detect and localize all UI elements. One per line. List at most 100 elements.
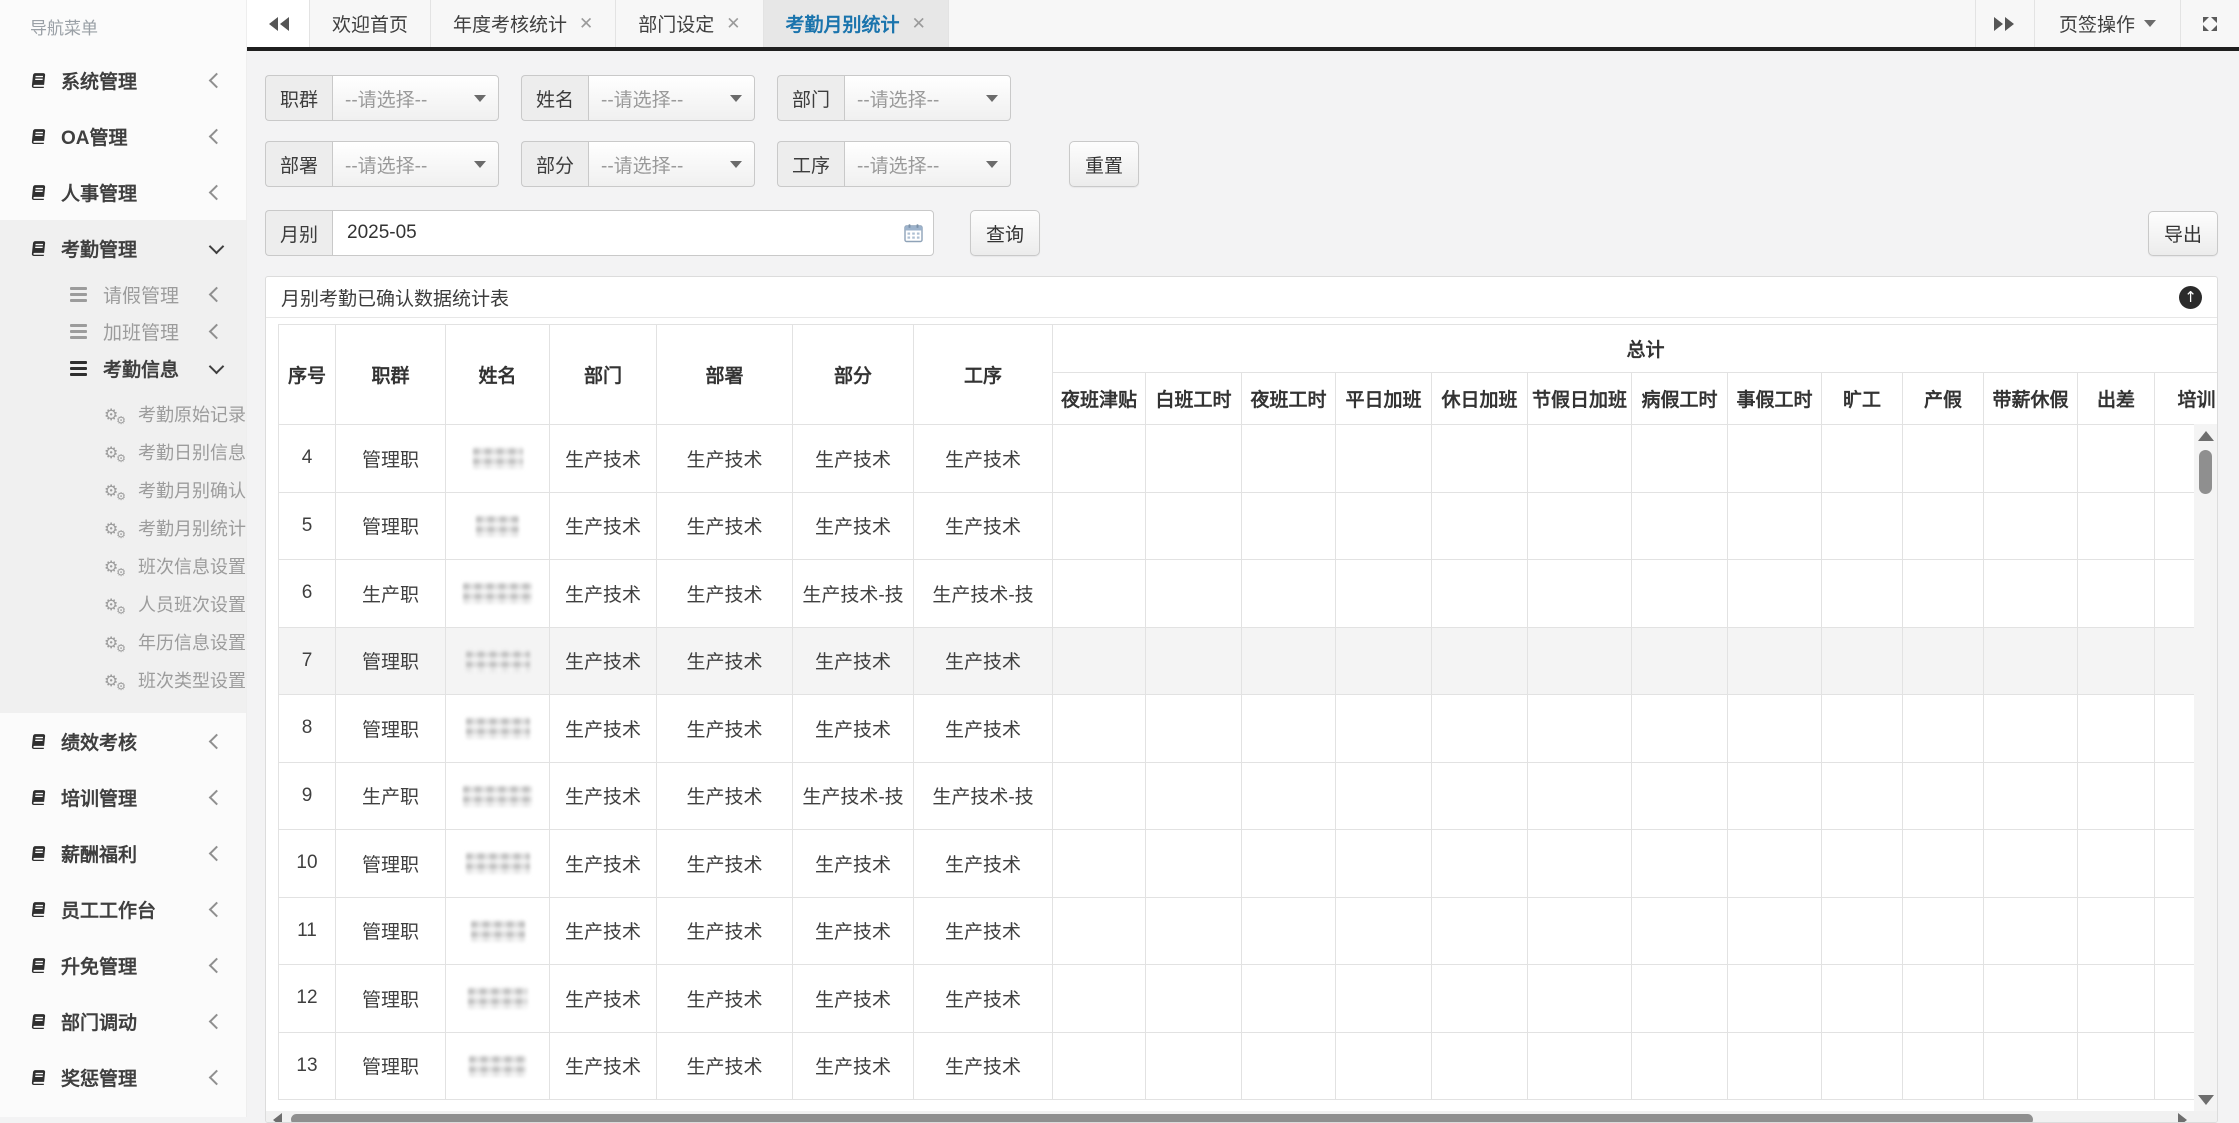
table-cell: 生产技术 <box>793 627 914 695</box>
table-cell: 12 <box>279 965 336 1033</box>
tab-item[interactable]: 考勤月别统计✕ <box>764 0 949 47</box>
sidebar-item[interactable]: 部门调动 <box>0 993 246 1049</box>
stat-cell <box>1146 695 1242 763</box>
redacted-name <box>466 852 530 874</box>
search-button[interactable]: 查询 <box>970 210 1040 256</box>
stat-cell <box>1728 830 1822 898</box>
table-cell: 生产技术 <box>657 897 793 965</box>
table-cell: 生产技术 <box>793 965 914 1033</box>
stat-cell <box>2078 897 2155 965</box>
sidebar-leaf-item[interactable]: ⚙⚙考勤日别信息 <box>0 433 246 471</box>
fullscreen-button[interactable] <box>2180 0 2239 47</box>
scroll-up-arrow-icon[interactable] <box>2198 431 2214 441</box>
sidebar-leaf-label: 考勤月别统计 <box>138 515 246 541</box>
horizontal-scrollbar[interactable] <box>266 1111 2217 1123</box>
tab-close-icon[interactable]: ✕ <box>726 14 740 34</box>
table-cell: 管理职 <box>336 627 446 695</box>
select-placeholder: --请选择-- <box>601 151 683 178</box>
redacted-name <box>463 582 532 604</box>
month-input[interactable] <box>332 210 934 256</box>
sidebar-item[interactable]: 绩效考核 <box>0 713 246 769</box>
tab-close-icon[interactable]: ✕ <box>579 14 593 34</box>
reset-button[interactable]: 重置 <box>1069 141 1139 187</box>
filter-select[interactable]: --请选择-- <box>332 141 499 187</box>
name-cell <box>446 1032 550 1100</box>
panel-collapse-button[interactable]: ↑ <box>2179 286 2202 309</box>
stat-cell <box>1822 897 1903 965</box>
scroll-left-arrow-icon[interactable] <box>273 1113 282 1123</box>
stat-cell <box>1728 897 1822 965</box>
stat-cell <box>1528 762 1632 830</box>
sidebar-leaf-item[interactable]: ⚙⚙考勤月别确认 <box>0 471 246 509</box>
stat-cell <box>2078 762 2155 830</box>
month-input-wrap <box>332 210 934 256</box>
tab-item[interactable]: 欢迎首页 <box>310 0 431 47</box>
sidebar-item[interactable]: 薪酬福利 <box>0 825 246 881</box>
sidebar-leaf-item[interactable]: ⚙⚙ 考勤原始记录 <box>0 395 246 433</box>
filter-select[interactable]: --请选择-- <box>332 75 499 121</box>
vertical-scrollbar-thumb[interactable] <box>2199 450 2212 494</box>
stat-cell <box>1146 1032 1242 1100</box>
stat-cell <box>1903 965 1984 1033</box>
horizontal-scrollbar-thumb[interactable] <box>291 1114 2033 1123</box>
sidebar-item[interactable]: 人事管理 <box>0 164 246 220</box>
table-cell: 生产技术 <box>657 627 793 695</box>
calendar-icon[interactable] <box>904 224 923 243</box>
stat-cell <box>1903 627 1984 695</box>
stat-cell <box>1528 560 1632 628</box>
stat-cell <box>2078 560 2155 628</box>
filter-select[interactable]: --请选择-- <box>588 75 755 121</box>
tab-close-icon[interactable]: ✕ <box>912 14 926 34</box>
stat-cell <box>1728 965 1822 1033</box>
tab-operations-dropdown[interactable]: 页签操作 <box>2034 0 2180 47</box>
chevron-left-icon <box>209 184 225 200</box>
stat-cell <box>1242 762 1336 830</box>
tabs-scroll-right-button[interactable] <box>1975 0 2034 47</box>
sidebar-item[interactable]: 升免管理 <box>0 937 246 993</box>
stat-cell <box>2078 492 2155 560</box>
chevron-down-icon <box>2144 20 2156 27</box>
table-cell: 管理职 <box>336 1032 446 1100</box>
filter-label: 工序 <box>777 141 844 187</box>
tabs-scroll-left-button[interactable] <box>247 0 310 47</box>
stat-cell <box>1903 762 1984 830</box>
sidebar-leaf-label: 考勤原始记录 <box>138 401 246 427</box>
sidebar-item[interactable]: OA管理 <box>0 108 246 164</box>
sidebar-item[interactable]: 奖惩管理 <box>0 1049 246 1105</box>
sidebar-subitem[interactable]: 加班管理 <box>0 313 246 350</box>
stat-column-header: 平日加班 <box>1336 373 1432 425</box>
table-cell: 生产技术 <box>914 492 1053 560</box>
stat-cell <box>1432 425 1528 493</box>
tab-item[interactable]: 部门设定 ✕ <box>616 0 763 47</box>
export-button[interactable]: 导出 <box>2148 211 2218 256</box>
sidebar-subitem[interactable]: 请假管理 <box>0 276 246 313</box>
stat-cell <box>1146 627 1242 695</box>
double-chevron-right-icon <box>1994 17 2016 31</box>
sidebar-leaf-item[interactable]: ⚙⚙考勤月别统计 <box>0 509 246 547</box>
tab-item[interactable]: 年度考核统计✕ <box>431 0 616 47</box>
sidebar-item[interactable]: 培训管理 <box>0 769 246 825</box>
sidebar-item[interactable]: 系统管理 <box>0 52 246 108</box>
filter-select[interactable]: --请选择-- <box>844 75 1011 121</box>
tab-label: 部门设定 <box>638 10 714 37</box>
redacted-name <box>469 1055 526 1077</box>
select-placeholder: --请选择-- <box>857 85 939 112</box>
filter-select[interactable]: --请选择-- <box>844 141 1011 187</box>
gears-icon: ⚙⚙ <box>104 405 126 424</box>
stat-cell <box>1822 560 1903 628</box>
vertical-scrollbar[interactable] <box>2194 424 2217 1111</box>
name-cell <box>446 762 550 830</box>
stat-cell <box>1053 762 1146 830</box>
sidebar-subitem[interactable]: 考勤信息 <box>0 350 246 387</box>
scroll-down-arrow-icon[interactable] <box>2198 1095 2214 1105</box>
table-row: 4管理职生产技术生产技术生产技术生产技术 <box>279 425 2218 493</box>
sidebar-leaf-item[interactable]: ⚙⚙人员班次设置 <box>0 585 246 623</box>
sidebar-item[interactable]: 考勤管理 <box>0 220 246 276</box>
sidebar-item[interactable]: 员工工作台 <box>0 881 246 937</box>
sidebar-leaf-item[interactable]: ⚙⚙年历信息设置 <box>0 623 246 661</box>
sidebar-leaf-item[interactable]: ⚙⚙班次信息设置 <box>0 547 246 585</box>
name-cell <box>446 965 550 1033</box>
filter-select[interactable]: --请选择-- <box>588 141 755 187</box>
scroll-right-arrow-icon[interactable] <box>2178 1113 2187 1123</box>
sidebar-leaf-item[interactable]: ⚙⚙班次类型设置 <box>0 661 246 699</box>
